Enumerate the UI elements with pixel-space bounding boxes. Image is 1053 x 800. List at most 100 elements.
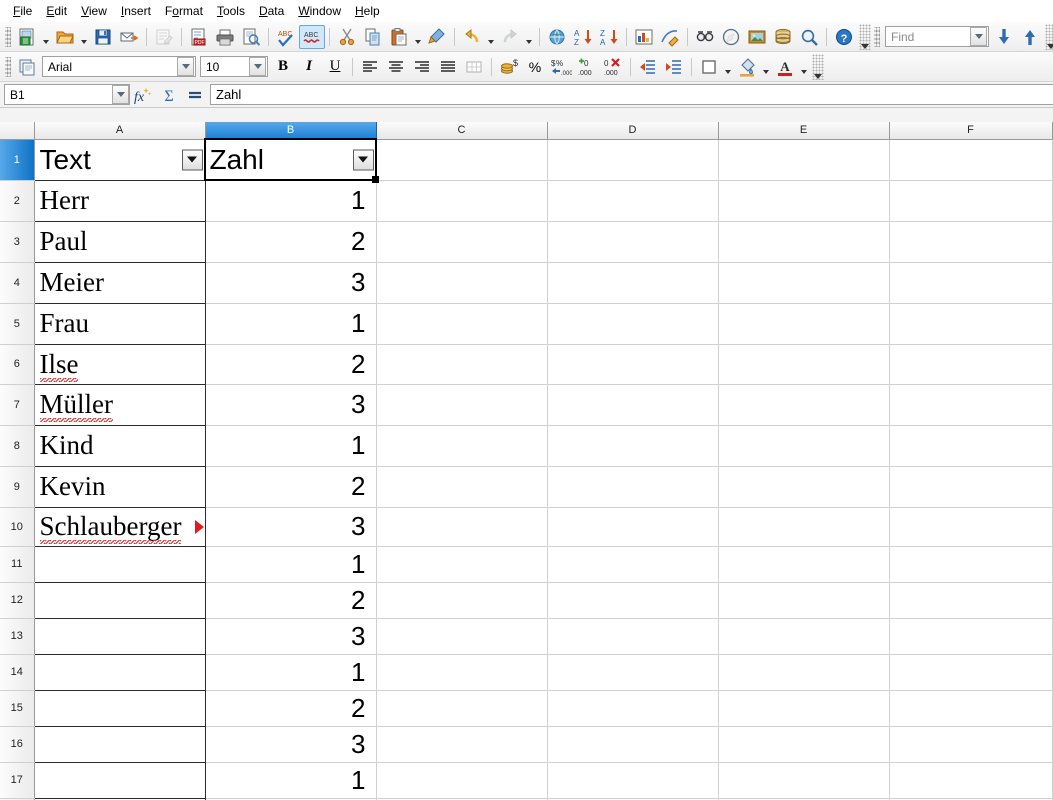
cell-A10[interactable]: Schlauberger <box>34 507 205 546</box>
cell-A9[interactable]: Kevin <box>34 466 205 507</box>
percent-format-icon[interactable]: % <box>522 55 548 79</box>
find-replace-icon[interactable] <box>692 25 718 49</box>
align-left-icon[interactable] <box>357 55 383 79</box>
add-decimal-icon[interactable]: 0 .000 <box>574 55 600 79</box>
cell-A4[interactable]: Meier <box>34 262 205 303</box>
cell-E7[interactable] <box>718 384 889 425</box>
function-wizard-icon[interactable]: fx <box>130 84 156 106</box>
cell-E14[interactable] <box>718 654 889 690</box>
underline-button[interactable]: U <box>322 55 348 79</box>
cell-B17[interactable]: 1 <box>205 762 376 798</box>
draw-functions-icon[interactable] <box>657 25 683 49</box>
column-header-b[interactable]: B <box>205 122 376 139</box>
menu-help[interactable]: Help <box>348 2 387 20</box>
open-document-icon[interactable] <box>52 25 78 49</box>
cell-D4[interactable] <box>547 262 718 303</box>
find-previous-icon[interactable] <box>1017 25 1043 49</box>
cell-F8[interactable] <box>889 425 1052 466</box>
standard-toolbar-overflow-icon[interactable] <box>859 24 871 50</box>
name-box-dropdown-icon[interactable] <box>112 85 129 104</box>
cell-D16[interactable] <box>547 726 718 762</box>
cell-B10[interactable]: 3 <box>205 507 376 546</box>
cell-C7[interactable] <box>376 384 547 425</box>
cell-A12[interactable] <box>34 582 205 618</box>
redo-dropdown-icon[interactable] <box>523 25 535 49</box>
cell-A3[interactable]: Paul <box>34 221 205 262</box>
cell-C12[interactable] <box>376 582 547 618</box>
increase-indent-icon[interactable] <box>661 55 687 79</box>
find-dropdown-icon[interactable] <box>970 27 987 46</box>
cell-A11[interactable] <box>34 546 205 582</box>
cell-F14[interactable] <box>889 654 1052 690</box>
column-header-f[interactable]: F <box>889 122 1052 139</box>
zoom-icon[interactable] <box>796 25 822 49</box>
cell-F11[interactable] <box>889 546 1052 582</box>
cell-E11[interactable] <box>718 546 889 582</box>
align-center-icon[interactable] <box>383 55 409 79</box>
row-header-9[interactable]: 9 <box>0 466 34 507</box>
column-header-c[interactable]: C <box>376 122 547 139</box>
merge-cells-icon[interactable] <box>461 55 487 79</box>
cell-D5[interactable] <box>547 303 718 344</box>
row-header-11[interactable]: 11 <box>0 546 34 582</box>
cell-D13[interactable] <box>547 618 718 654</box>
font-name-input[interactable]: Arial <box>42 56 196 77</box>
print-icon[interactable] <box>212 25 238 49</box>
cell-E4[interactable] <box>718 262 889 303</box>
find-next-icon[interactable] <box>991 25 1017 49</box>
row-header-4[interactable]: 4 <box>0 262 34 303</box>
toolbar-grip[interactable] <box>5 27 11 47</box>
cell-C3[interactable] <box>376 221 547 262</box>
font-color-dropdown-icon[interactable] <box>798 55 810 79</box>
cell-F7[interactable] <box>889 384 1052 425</box>
column-header-d[interactable]: D <box>547 122 718 139</box>
cell-A1[interactable]: Text <box>34 139 205 180</box>
row-header-5[interactable]: 5 <box>0 303 34 344</box>
paste-icon[interactable] <box>386 25 412 49</box>
cell-A14[interactable] <box>34 654 205 690</box>
equals-icon[interactable] <box>182 84 208 106</box>
borders-dropdown-icon[interactable] <box>722 55 734 79</box>
cell-D11[interactable] <box>547 546 718 582</box>
cell-E16[interactable] <box>718 726 889 762</box>
menu-format[interactable]: Format <box>158 2 210 20</box>
open-document-dropdown-icon[interactable] <box>78 25 90 49</box>
image-icon[interactable] <box>744 25 770 49</box>
decrease-indent-icon[interactable] <box>635 55 661 79</box>
cell-C10[interactable] <box>376 507 547 546</box>
cell-B11[interactable]: 1 <box>205 546 376 582</box>
cell-B3[interactable]: 2 <box>205 221 376 262</box>
column-header-e[interactable]: E <box>718 122 889 139</box>
cell-F3[interactable] <box>889 221 1052 262</box>
cell-E8[interactable] <box>718 425 889 466</box>
cell-F9[interactable] <box>889 466 1052 507</box>
row-header-10[interactable]: 10 <box>0 507 34 546</box>
cell-E17[interactable] <box>718 762 889 798</box>
background-color-dropdown-icon[interactable] <box>760 55 772 79</box>
cell-D14[interactable] <box>547 654 718 690</box>
formula-input[interactable]: Zahl <box>210 84 1053 105</box>
cell-C6[interactable] <box>376 344 547 384</box>
cell-C17[interactable] <box>376 762 547 798</box>
cell-C11[interactable] <box>376 546 547 582</box>
cell-E10[interactable] <box>718 507 889 546</box>
cell-A16[interactable] <box>34 726 205 762</box>
find-input[interactable]: Find <box>885 26 989 47</box>
menu-insert[interactable]: Insert <box>114 2 158 20</box>
number-format-icon[interactable]: $ % .000 <box>548 55 574 79</box>
cell-C16[interactable] <box>376 726 547 762</box>
redo-icon[interactable] <box>497 25 523 49</box>
cell-B4[interactable]: 3 <box>205 262 376 303</box>
align-right-icon[interactable] <box>409 55 435 79</box>
menu-edit[interactable]: Edit <box>39 2 74 20</box>
cell-B16[interactable]: 3 <box>205 726 376 762</box>
cell-F13[interactable] <box>889 618 1052 654</box>
font-size-input[interactable]: 10 <box>200 56 268 77</box>
print-preview-icon[interactable] <box>238 25 264 49</box>
cell-C1[interactable] <box>376 139 547 180</box>
cell-D1[interactable] <box>547 139 718 180</box>
autofilter-dropdown-b[interactable] <box>353 149 374 170</box>
paste-dropdown-icon[interactable] <box>412 25 424 49</box>
cell-B13[interactable]: 3 <box>205 618 376 654</box>
cell-A15[interactable] <box>34 690 205 726</box>
